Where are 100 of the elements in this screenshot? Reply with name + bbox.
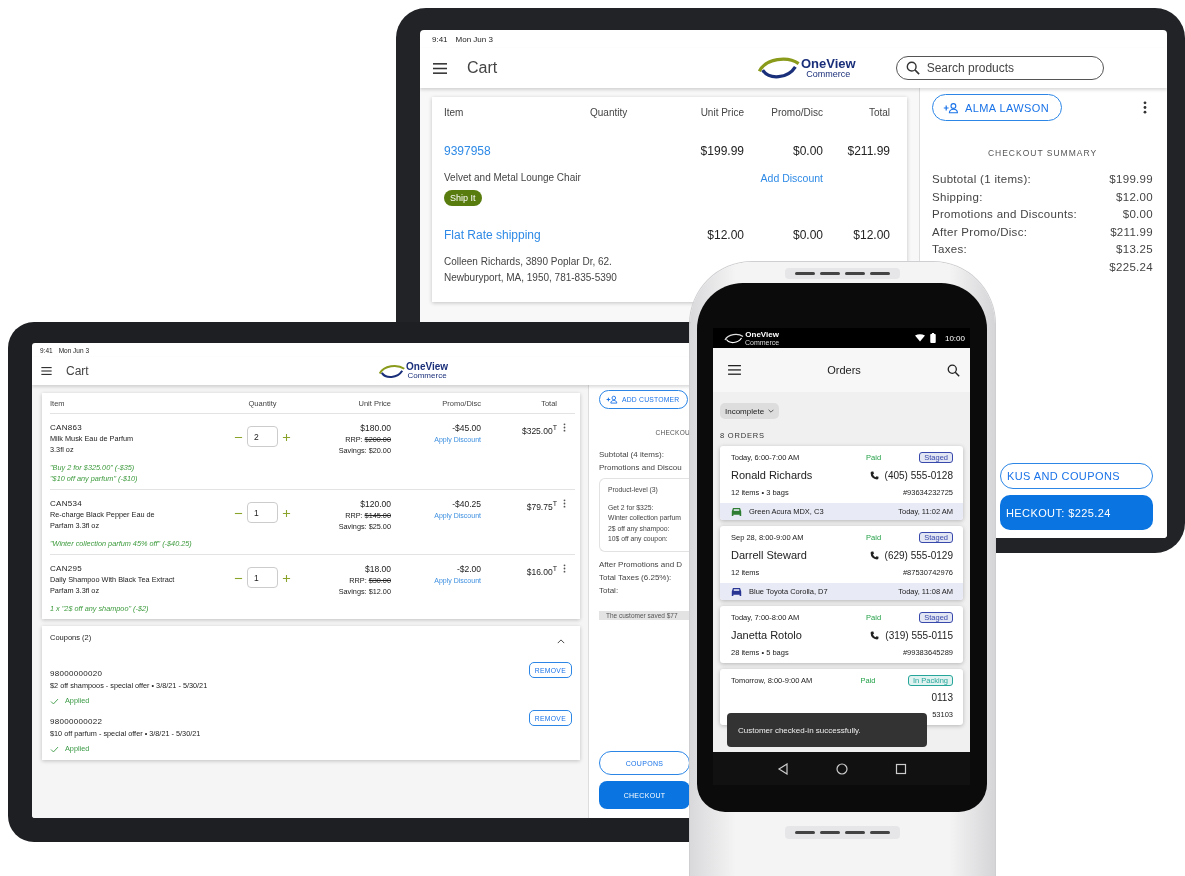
plus-icon[interactable] [282,433,291,442]
item-link[interactable]: 9397958 [444,144,590,158]
fulfillment-tag: Ship It [444,190,482,206]
logo-tagline: Commerce [407,372,447,380]
summary-label: Subtotal (4 items): [599,449,664,461]
summary-value: $0.00 [1122,207,1153,222]
summary-value: $225.24 [1109,259,1153,275]
person-add-icon [606,395,618,404]
screen-title: Orders [827,364,861,376]
unit-price: $199.99 [699,144,744,158]
item-link[interactable]: Flat Rate shipping [444,228,590,242]
plus-icon[interactable] [282,509,291,518]
line-total: $12.00 [852,228,890,242]
quantity-field[interactable]: 1 [247,567,278,588]
promo-amount: -$2.00 [456,563,481,575]
recents-icon[interactable] [894,762,907,775]
customer-name: Darrell Steward [731,549,807,561]
item-description: Velvet and Metal Lounge Chair [444,172,582,183]
phone-number: (629) 555-0129 [884,549,953,561]
logo-name: OneView [745,330,779,339]
column-header: Unit Price [699,107,744,118]
customer-name: Ronald Richards [731,469,813,481]
column-header: Promo/Disc [770,107,823,118]
logo-swoosh-icon [757,56,801,80]
menu-icon[interactable] [433,62,447,74]
wifi-icon [914,334,925,342]
product-code: CAN295 [50,563,84,574]
summary-label: After Promo/Disc: [932,224,1028,240]
home-icon[interactable] [835,762,848,775]
logo-swoosh-icon [378,363,406,379]
search-field[interactable]: Search products [895,56,1104,80]
logo-tagline: Commerce [806,70,851,79]
screen-title: Cart [467,59,499,77]
line-total: $16.00$^{T}$ [526,564,557,578]
quantity-field[interactable]: 2 [247,426,278,447]
unit-price: $12.00 [706,228,744,242]
promo-amount: $0.00 [791,144,823,158]
more-options-icon[interactable] [563,564,566,573]
status-date: Mon Jun 3 [455,34,493,44]
customer-button[interactable]: ALMA LAWSON [932,94,1063,121]
summary-label: Total Taxes (6.25%): [599,571,672,584]
status-time: 10:00 [944,333,965,343]
chevron-up-icon[interactable] [557,639,565,644]
unit-price: $120.00 [360,498,391,510]
summary-value: $13.25 [1116,242,1153,257]
summary-title: CHECKOUT SUMMARY [987,148,1098,158]
line-total: $211.99 [846,144,890,158]
phone-number: (405) 555-0128 [884,469,953,481]
summary-label: Total: [599,584,619,597]
coupon-code: 98000000022 [50,716,104,728]
phone-icon [870,630,880,640]
quantity-field[interactable]: 1 [247,502,278,523]
screen-title: Cart [66,364,90,378]
logo-name: OneView [801,57,856,70]
summary-value: $12.00 [1116,189,1153,205]
phone-icon [869,470,879,480]
unit-price: $18.00 [365,563,391,575]
more-options-icon[interactable] [1143,101,1147,114]
summary-label: Promotions and Discou [599,462,682,474]
summary-label: After Promotions and D [599,558,683,571]
plus-icon[interactable] [282,574,291,583]
summary-value: $199.99 [1109,172,1153,187]
line-total: $79.75$^{T}$ [526,499,557,513]
phone-number: (319) 555-0115 [885,629,953,641]
summary-label: Subtotal (1 items): [932,172,1031,187]
add-discount-link[interactable]: Add Discount [744,172,823,184]
summary-label: Taxes: [932,242,968,257]
column-header: Total [867,107,890,118]
filter-dropdown[interactable]: Incomplete [720,403,780,419]
item-description: Newburyport, MA, 1950, 781-835-5390 [444,272,618,283]
promo-amount: $0.00 [791,228,823,242]
search-icon[interactable] [947,363,960,377]
menu-icon[interactable] [41,367,52,375]
customer-name: Janetta Rotolo [731,629,802,641]
menu-icon[interactable] [728,365,741,375]
battery-icon [929,333,936,343]
checkout-button[interactable]: HECKOUT: $225.24 [1000,495,1153,530]
phone-icon [869,550,879,560]
phone-number: 0113 [931,692,953,703]
item-description: Colleen Richards, 3890 Poplar Dr, 62. [444,256,613,267]
coupon-code: 98000000020 [50,668,104,680]
more-options-icon[interactable] [563,423,566,432]
snackbar-message: Customer checked-in successfully. [738,725,861,735]
line-total: $325.00$^{T}$ [521,423,557,437]
person-add-icon [943,101,959,114]
back-icon[interactable] [776,762,789,775]
search-icon [905,61,920,75]
logo-swoosh-icon [723,332,745,344]
column-header: Quantity [590,107,629,118]
summary-label: Shipping: [932,189,983,205]
status-time: 9:41 [432,34,448,44]
product-code: CAN534 [50,498,84,509]
promo-amount: -$40.25 [452,498,481,510]
promo-amount: -$45.00 [452,422,481,434]
coupons-button[interactable]: KUS AND COUPONS [1000,463,1153,489]
more-options-icon[interactable] [563,499,566,508]
summary-value: $211.99 [1110,224,1153,240]
product-code: CAN863 [50,422,84,433]
summary-label: Promotions and Discounts: [932,207,1077,222]
column-header: Item [444,107,465,118]
